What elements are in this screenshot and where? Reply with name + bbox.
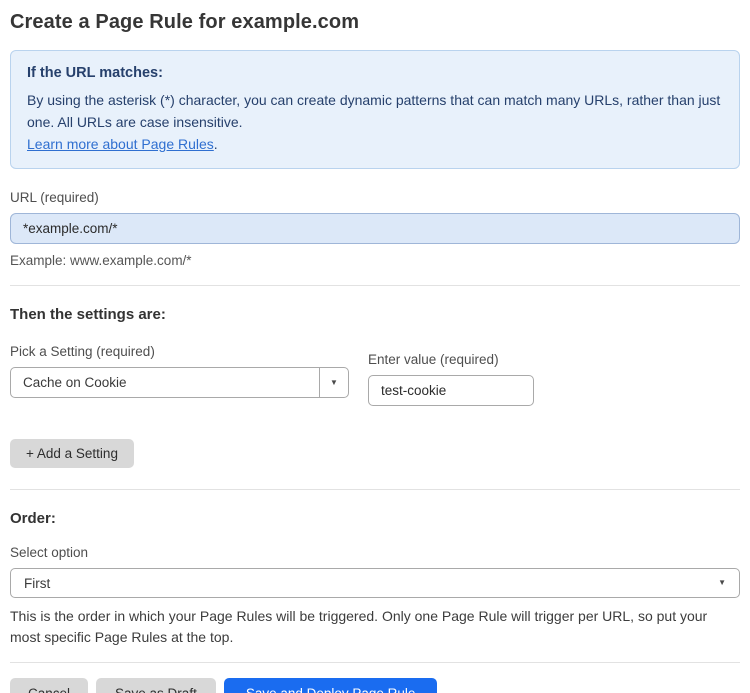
setting-value-column: Enter value (required)	[368, 331, 534, 407]
chevron-down-icon: ▼	[330, 377, 338, 387]
divider-settings-order	[10, 489, 740, 491]
chevron-down-icon: ▼	[718, 578, 726, 588]
url-field-label: URL (required)	[10, 190, 99, 206]
save-as-draft-button[interactable]: Save as Draft	[96, 678, 216, 693]
learn-more-link[interactable]: Learn more about Page Rules	[27, 136, 214, 152]
settings-section-heading: Then the settings are:	[10, 306, 166, 324]
setting-picker-column: Pick a Setting (required) Cache on Cooki…	[10, 323, 349, 399]
info-box-heading: If the URL matches:	[27, 65, 163, 81]
setting-picker-label: Pick a Setting (required)	[10, 344, 155, 360]
cancel-button[interactable]: Cancel	[10, 678, 89, 693]
url-match-info-box: If the URL matches: By using the asteris…	[10, 50, 740, 170]
order-help-text: This is the order in which your Page Rul…	[10, 608, 708, 646]
url-input[interactable]	[10, 213, 740, 245]
add-setting-button[interactable]: + Add a Setting	[10, 439, 134, 469]
order-select[interactable]: First ▼	[10, 568, 740, 599]
order-section-heading: Order:	[10, 510, 56, 528]
setting-value-input[interactable]	[368, 375, 534, 407]
link-period: .	[213, 136, 218, 153]
setting-select-arrow-cell[interactable]: ▼	[319, 368, 348, 398]
footer-action-bar: Cancel Save as Draft Save and Deploy Pag…	[10, 678, 740, 693]
info-box-body-text: By using the asterisk (*) character, you…	[27, 91, 721, 131]
save-and-deploy-button[interactable]: Save and Deploy Page Rule	[223, 678, 438, 693]
url-example-text: Example: www.example.com/*	[10, 253, 192, 269]
info-box-body: By using the asterisk (*) character, you…	[27, 89, 723, 133]
setting-value-label: Enter value (required)	[368, 352, 499, 368]
page-title: Create a Page Rule for example.com	[10, 11, 360, 33]
page-rule-form: Create a Page Rule for example.com If th…	[0, 0, 750, 693]
settings-row: Pick a Setting (required) Cache on Cooki…	[10, 323, 740, 407]
setting-select[interactable]: Cache on Cookie ▼	[10, 367, 349, 399]
info-box-link-line: Learn more about Page Rules.	[27, 133, 723, 155]
order-select-value: First	[24, 575, 51, 591]
divider-url-settings	[10, 285, 740, 287]
setting-select-value: Cache on Cookie	[23, 375, 127, 391]
divider-order-footer	[10, 662, 740, 664]
order-select-label: Select option	[10, 545, 89, 561]
